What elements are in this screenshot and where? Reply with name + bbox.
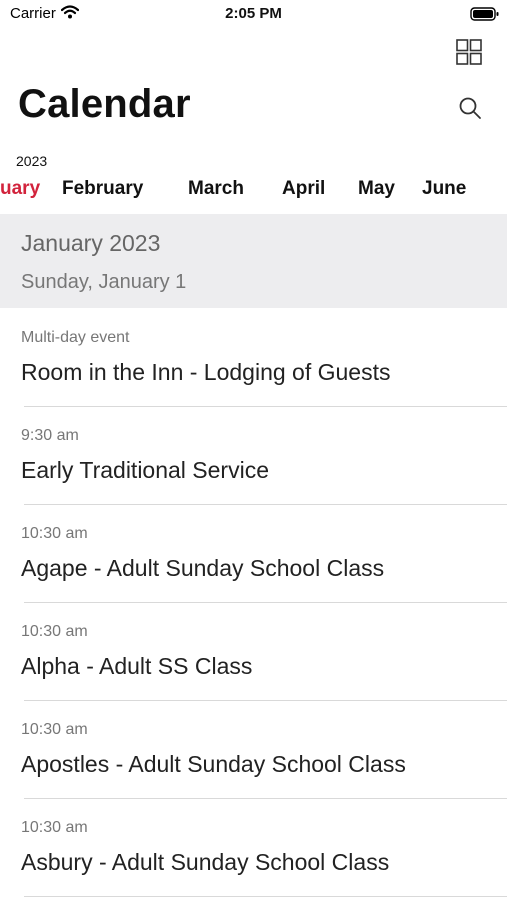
event-row[interactable]: 10:30 am Alpha - Adult SS Class — [21, 602, 507, 700]
month-tab-march[interactable]: March — [188, 178, 244, 200]
battery-icon — [470, 6, 500, 27]
section-header: January 2023 Sunday, January 1 — [0, 214, 507, 308]
event-row[interactable]: Multi-day event Room in the Inn - Lodgin… — [21, 309, 507, 406]
event-time: 10:30 am — [21, 525, 88, 542]
page-title: Calendar — [18, 82, 191, 126]
year-label: 2023 — [16, 153, 48, 169]
event-list: Multi-day event Room in the Inn - Lodgin… — [0, 309, 507, 897]
event-row[interactable]: 10:30 am Asbury - Adult Sunday School Cl… — [21, 798, 507, 896]
list-divider — [24, 896, 507, 897]
event-row[interactable]: 10:30 am Agape - Adult Sunday School Cla… — [21, 504, 507, 602]
event-title: Early Traditional Service — [21, 457, 269, 483]
month-tab-january[interactable]: uary — [0, 178, 40, 200]
event-row[interactable]: 9:30 am Early Traditional Service — [21, 406, 507, 504]
section-day-title: Sunday, January 1 — [21, 271, 187, 293]
status-time: 2:05 PM — [225, 5, 282, 22]
event-title: Apostles - Adult Sunday School Class — [21, 751, 406, 777]
month-tab-may[interactable]: May — [358, 178, 395, 200]
event-title: Agape - Adult Sunday School Class — [21, 555, 385, 581]
event-row[interactable]: 10:30 am Apostles - Adult Sunday School … — [21, 700, 507, 798]
event-time: 10:30 am — [21, 623, 88, 640]
month-selector: uary February March April May June — [0, 176, 507, 204]
event-time: 10:30 am — [21, 721, 88, 738]
grid-icon — [456, 39, 482, 65]
month-tab-april[interactable]: April — [282, 178, 325, 200]
event-title: Asbury - Adult Sunday School Class — [21, 849, 390, 875]
section-month-title: January 2023 — [21, 230, 161, 256]
event-title: Room in the Inn - Lodging of Guests — [21, 359, 391, 385]
event-time: Multi-day event — [21, 329, 130, 346]
search-button[interactable] — [458, 96, 482, 120]
event-time: 10:30 am — [21, 819, 88, 836]
event-title: Alpha - Adult SS Class — [21, 653, 253, 679]
search-icon — [459, 97, 481, 119]
grid-view-button[interactable] — [456, 39, 482, 65]
event-time: 9:30 am — [21, 427, 79, 444]
month-tab-february[interactable]: February — [62, 178, 143, 200]
month-tab-june[interactable]: June — [422, 178, 466, 200]
status-bar: Carrier 2:05 PM — [0, 0, 507, 28]
